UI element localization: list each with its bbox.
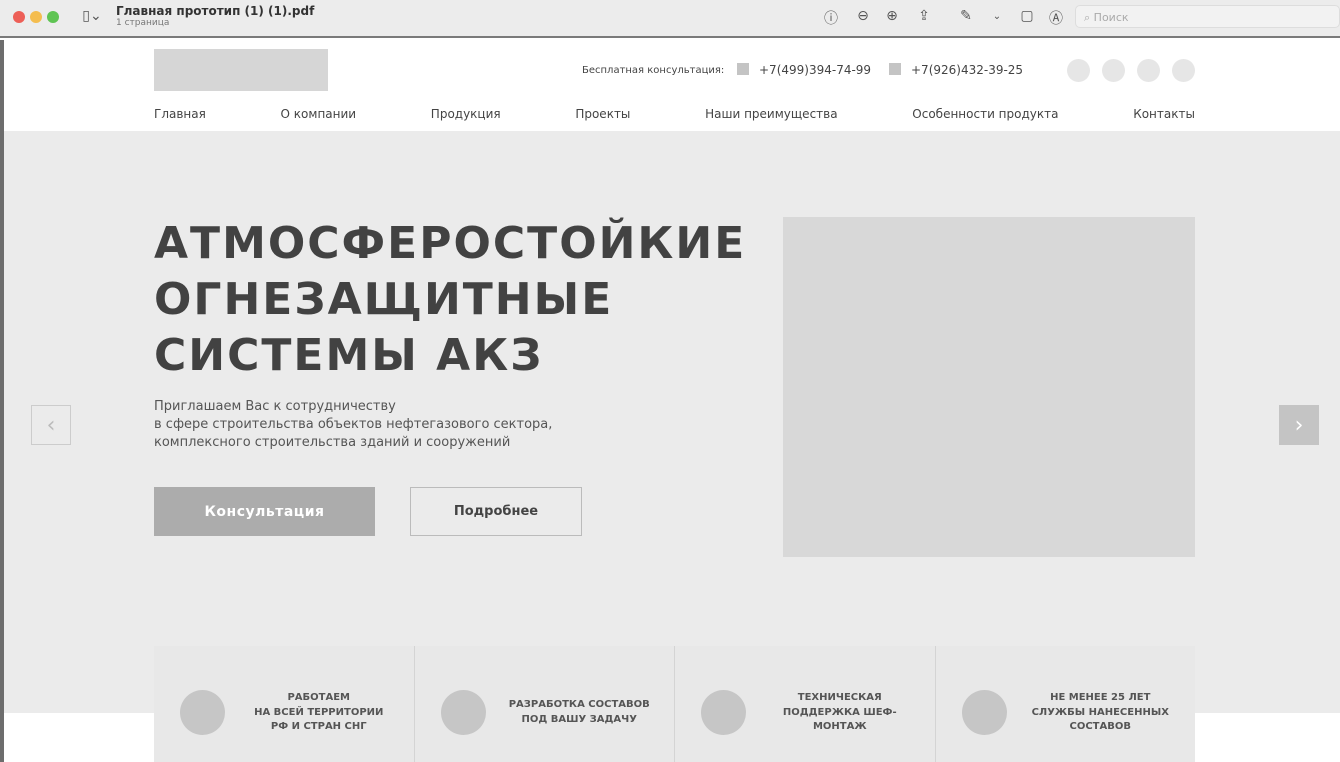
feature-line: ТЕХНИЧЕСКАЯ — [797, 692, 882, 703]
phone-icon — [737, 63, 749, 75]
consultation-button[interactable]: Консультация — [154, 487, 375, 536]
feature-line: РАЗРАБОТКА СОСТАВОВ — [508, 699, 650, 710]
feature-line: МОНТАЖ — [812, 721, 867, 732]
search-input[interactable]: ⌕ Поиск — [1075, 5, 1340, 28]
social-icon[interactable] — [1172, 59, 1195, 82]
subtitle-line: в сфере строительства объектов нефтегазо… — [154, 417, 553, 432]
feature-text: РАБОТАЕМ НА ВСЕЙ ТЕРРИТОРИИ РФ И СТРАН СНГ — [234, 691, 404, 735]
title-line: СИСТЕМЫ АКЗ — [154, 330, 544, 381]
social-icon[interactable] — [1102, 59, 1125, 82]
title-line: АТМОСФЕРОСТОЙКИЕ — [154, 218, 747, 269]
features-row: РАБОТАЕМ НА ВСЕЙ ТЕРРИТОРИИ РФ И СТРАН СНГ… — [154, 646, 1195, 762]
feature-icon — [180, 690, 225, 735]
chevron-down-icon[interactable]: ⌄ — [988, 11, 1006, 22]
chevron-right-icon: › — [1294, 412, 1304, 438]
nav-features[interactable]: Особенности продукта — [912, 107, 1058, 121]
hero-title: АТМОСФЕРОСТОЙКИЕ ОГНЕЗАЩИТНЫЕ СИСТЕМЫ АКЗ — [154, 216, 746, 384]
phone-2[interactable]: +7(926)432-39-25 — [889, 63, 1023, 77]
feature-icon — [961, 690, 1007, 735]
highlight-pen-icon[interactable]: ✎ — [957, 8, 975, 24]
nav-projects[interactable]: Проекты — [575, 107, 630, 121]
social-icon[interactable] — [1067, 59, 1090, 82]
phone-icon — [889, 63, 901, 75]
feature-line: СОСТАВОВ — [1069, 721, 1131, 732]
more-button[interactable]: Подробнее — [410, 487, 582, 536]
feature-line: СЛУЖБЫ НАНЕСЕННЫХ — [1031, 706, 1169, 718]
consult-label: Бесплатная консультация: — [582, 65, 725, 76]
feature-text: РАЗРАБОТКА СОСТАВОВ ПОД ВАШУ ЗАДАЧУ — [495, 698, 665, 727]
feature-line: ПОД ВАШУ ЗАДАЧУ — [521, 713, 637, 725]
feature-line: НА ВСЕЙ ТЕРРИТОРИИ — [254, 706, 384, 718]
feature-card: РАЗРАБОТКА СОСТАВОВ ПОД ВАШУ ЗАДАЧУ — [413, 646, 674, 762]
nav-home[interactable]: Главная — [154, 107, 206, 121]
page-count: 1 страница — [116, 18, 170, 28]
markup-icon[interactable]: Ⓐ — [1047, 8, 1065, 28]
feature-card: НЕ МЕНЕЕ 25 ЛЕТ СЛУЖБЫ НАНЕСЕННЫХ СОСТАВОВ — [934, 646, 1195, 762]
nav-advantages[interactable]: Наши преимущества — [705, 107, 837, 121]
info-icon[interactable]: ⓘ — [822, 8, 840, 28]
social-icon[interactable] — [1137, 59, 1160, 82]
minimize-button[interactable] — [30, 11, 42, 23]
phone-number: +7(499)394-74-99 — [759, 63, 872, 77]
feature-text: НЕ МЕНЕЕ 25 ЛЕТ СЛУЖБЫ НАНЕСЕННЫХ СОСТАВОВ — [1016, 691, 1186, 735]
sidebar-toggle-icon[interactable]: ▯⌄ — [78, 8, 106, 24]
subtitle-line: комплексного строительства зданий и соор… — [154, 435, 511, 450]
close-button[interactable] — [13, 11, 25, 23]
zoom-in-icon[interactable]: ⊕ — [883, 8, 901, 24]
feature-icon — [701, 690, 746, 735]
title-line: ОГНЕЗАЩИТНЫЕ — [154, 274, 614, 325]
search-icon: ⌕ — [1084, 11, 1094, 24]
rotate-icon[interactable]: ▢ — [1018, 8, 1036, 24]
viewer-toolbar: ▯⌄ Главная прототип (1) (1).pdf 1 страни… — [0, 0, 1340, 38]
search-placeholder: Поиск — [1093, 11, 1129, 24]
nav-about[interactable]: О компании — [281, 107, 357, 121]
zoom-button[interactable] — [47, 11, 59, 23]
phone-1[interactable]: +7(499)394-74-99 — [737, 63, 871, 77]
hero-image-placeholder — [783, 217, 1195, 557]
feature-line: НЕ МЕНЕЕ 25 ЛЕТ — [1050, 692, 1151, 703]
nav-contacts[interactable]: Контакты — [1133, 107, 1195, 121]
nav-products[interactable]: Продукция — [431, 107, 501, 121]
phone-number: +7(926)432-39-25 — [911, 63, 1024, 77]
main-nav: Главная О компании Продукция Проекты Наш… — [154, 107, 1195, 121]
document-title: Главная прототип (1) (1).pdf — [116, 4, 315, 18]
next-slide-button[interactable]: › — [1279, 405, 1319, 445]
feature-line: РФ И СТРАН СНГ — [270, 721, 367, 732]
prev-slide-button[interactable]: ‹ — [31, 405, 71, 445]
feature-card: РАБОТАЕМ НА ВСЕЙ ТЕРРИТОРИИ РФ И СТРАН СНГ — [154, 646, 414, 762]
feature-icon — [440, 690, 486, 735]
feature-line: РАБОТАЕМ — [287, 692, 351, 703]
feature-card: ТЕХНИЧЕСКАЯ ПОДДЕРЖКА ШЕФ- МОНТАЖ — [674, 646, 935, 762]
hero-section: АТМОСФЕРОСТОЙКИЕ ОГНЕЗАЩИТНЫЕ СИСТЕМЫ АКЗ … — [4, 131, 1340, 713]
logo-placeholder — [154, 49, 328, 91]
chevron-left-icon: ‹ — [46, 412, 56, 438]
feature-text: ТЕХНИЧЕСКАЯ ПОДДЕРЖКА ШЕФ- МОНТАЖ — [755, 691, 925, 735]
subtitle-line: Приглашаем Вас к сотрудничеству — [154, 399, 396, 414]
share-icon[interactable]: ⇪ — [915, 8, 933, 24]
hero-subtitle: Приглашаем Вас к сотрудничеству в сфере с… — [154, 398, 552, 452]
feature-line: ПОДДЕРЖКА ШЕФ- — [782, 706, 897, 718]
pdf-page: Бесплатная консультация: +7(499)394-74-9… — [4, 40, 1340, 762]
zoom-out-icon[interactable]: ⊖ — [854, 8, 872, 24]
